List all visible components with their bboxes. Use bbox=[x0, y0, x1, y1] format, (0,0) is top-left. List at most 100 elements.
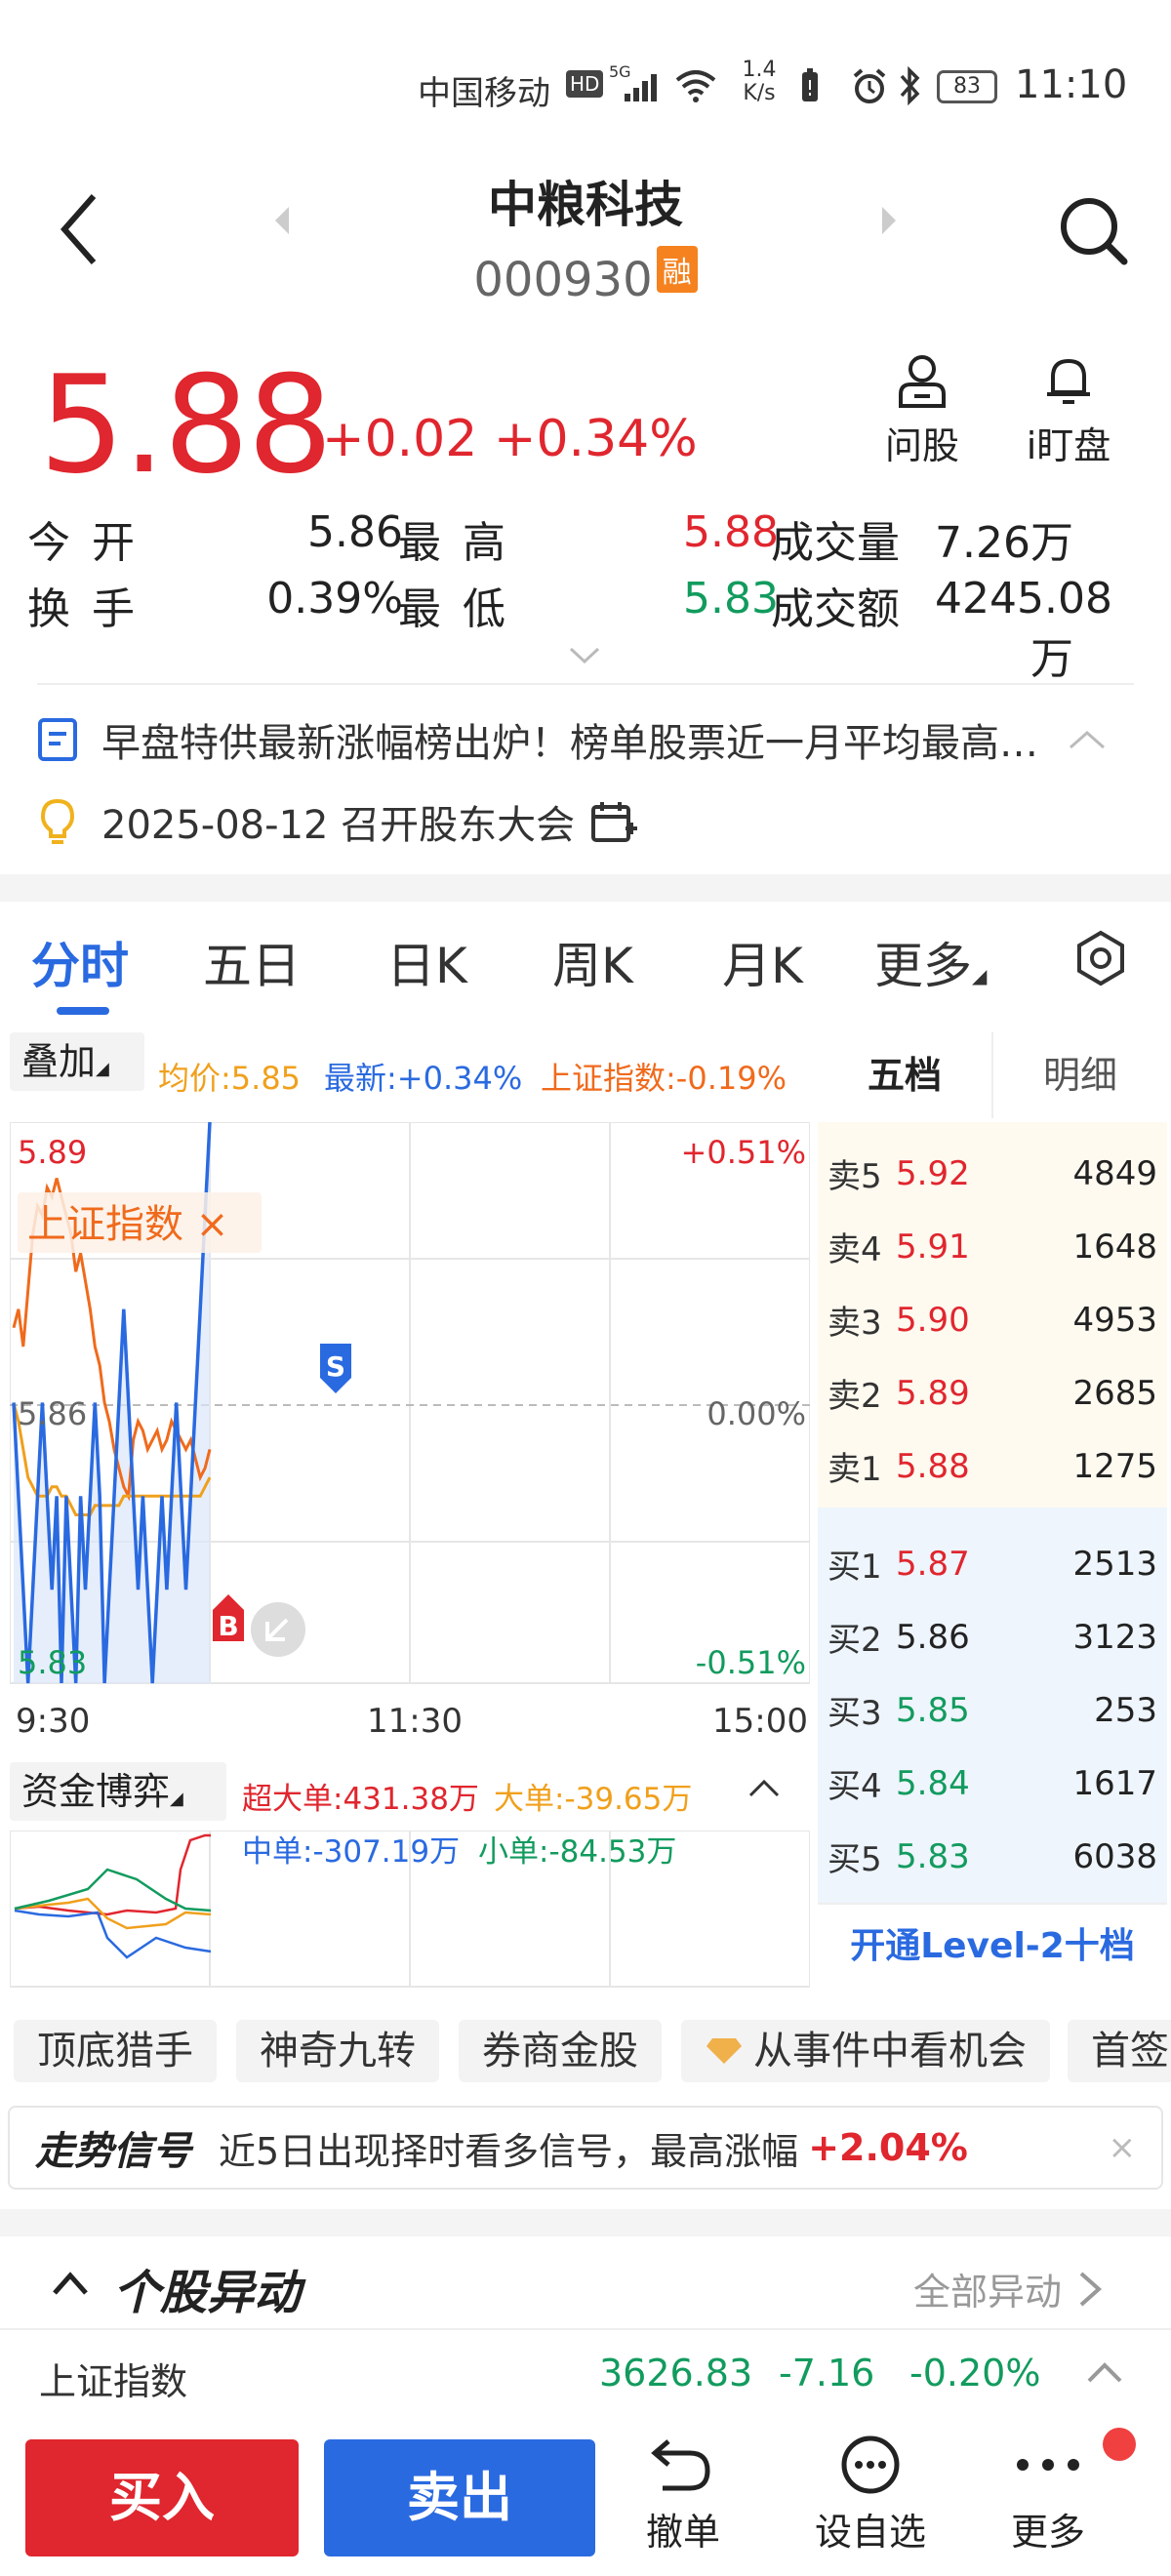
stock-name: 中粮科技 bbox=[488, 177, 683, 233]
close-icon[interactable]: × bbox=[1109, 2128, 1137, 2167]
volume-value: 7.26万 bbox=[935, 518, 1073, 568]
news-headline: 早盘特供最新涨幅榜出炉！榜单股票近一月平均最高… bbox=[101, 721, 1038, 766]
signal-title: 走势信号 bbox=[35, 2129, 191, 2174]
latest-label: 最新:+0.34% bbox=[324, 1060, 523, 1097]
tab-weekly[interactable]: 周K bbox=[552, 927, 633, 997]
stock-code-row: 000930 融 bbox=[0, 246, 1171, 307]
ask-row[interactable]: 卖1 5.88 1275 bbox=[818, 1429, 1167, 1503]
high-label: 最高 bbox=[398, 518, 527, 568]
cancel-order-button[interactable]: 撤单 bbox=[625, 2435, 742, 2556]
open-value: 5.86 bbox=[307, 507, 403, 557]
y-min-label: 5.83 bbox=[18, 1644, 87, 1681]
time-start: 9:30 bbox=[16, 1702, 91, 1741]
chip-magic-nine[interactable]: 神奇九转 bbox=[236, 2020, 439, 2082]
trend-signal-banner[interactable]: 走势信号 近5日出现择时看多信号，最高涨幅 +2.04% × bbox=[8, 2106, 1163, 2190]
divider bbox=[0, 2328, 1171, 2330]
index-pct: -0.20% bbox=[909, 2352, 1041, 2395]
collapse-icon[interactable] bbox=[1068, 728, 1107, 751]
ask-row[interactable]: 卖5 5.92 4849 bbox=[818, 1137, 1167, 1210]
net-speed: 1.4 K/s bbox=[742, 58, 777, 105]
index-tag[interactable]: 上证指数 × bbox=[27, 1202, 228, 1247]
bid-row[interactable]: 买3 5.85 253 bbox=[818, 1673, 1167, 1747]
bid-side: 买1 5.87 2513 买2 5.86 3123 买3 5.85 253 买4 5.84 16… bbox=[818, 1508, 1167, 1903]
chip-top-bottom-hunter[interactable]: 顶底猎手 bbox=[14, 2020, 217, 2082]
notification-dot bbox=[1103, 2428, 1136, 2461]
amount-label: 成交额 bbox=[771, 584, 900, 634]
document-icon bbox=[38, 718, 77, 761]
next-stock-icon[interactable] bbox=[878, 205, 898, 236]
ask-row[interactable]: 卖3 5.90 4953 bbox=[818, 1283, 1167, 1356]
section-gap bbox=[0, 874, 1171, 902]
last-price: 5.88 bbox=[39, 346, 333, 503]
ask-row[interactable]: 卖2 5.89 2685 bbox=[818, 1356, 1167, 1429]
user-question-icon bbox=[899, 355, 946, 408]
event-text: 2025-08-12 召开股东大会 bbox=[101, 803, 576, 848]
bid-row[interactable]: 买1 5.87 2513 bbox=[818, 1527, 1167, 1600]
ask-side: 卖5 5.92 4849 卖4 5.91 1648 卖3 5.90 4953 卖2 5.89 2… bbox=[818, 1122, 1167, 1508]
chevron-up-icon[interactable] bbox=[51, 2270, 90, 2297]
section-gap bbox=[0, 2209, 1171, 2236]
bid-row[interactable]: 买4 5.84 1617 bbox=[818, 1747, 1167, 1820]
chat-dots-icon bbox=[841, 2435, 900, 2494]
watch-button[interactable]: i盯盘 bbox=[1015, 351, 1122, 469]
tab-intraday[interactable]: 分时 bbox=[31, 927, 129, 997]
chip-broker-picks[interactable]: 券商金股 bbox=[459, 2020, 662, 2082]
more-button[interactable]: 更多 bbox=[989, 2435, 1107, 2556]
all-movement-link[interactable]: 全部异动 bbox=[913, 2262, 1105, 2315]
chevron-right-icon bbox=[1079, 2272, 1103, 2306]
buy-button[interactable]: 买入 bbox=[25, 2439, 299, 2556]
movement-title: 个股异动 bbox=[113, 2266, 302, 2320]
signal-text: 近5日出现择时看多信号，最高涨幅 bbox=[219, 2129, 799, 2173]
collapse-fund-icon[interactable] bbox=[747, 1778, 781, 1799]
tab-detail[interactable]: 明细 bbox=[993, 1032, 1167, 1118]
tab-daily[interactable]: 日K bbox=[386, 927, 467, 997]
alarm-icon bbox=[853, 68, 886, 103]
quote-row-1: 今开 5.86 最高 5.88 成交量 7.26万 bbox=[27, 507, 1150, 568]
medium-order-flow-line bbox=[14, 1909, 212, 1959]
expand-quote-icon[interactable] bbox=[568, 646, 601, 665]
undo-icon bbox=[651, 2439, 710, 2491]
battery-saver-icon bbox=[802, 68, 818, 101]
index-label: 上证指数:-0.19% bbox=[541, 1060, 787, 1097]
bid-row[interactable]: 买5 5.83 6038 bbox=[818, 1820, 1167, 1893]
tab-monthly[interactable]: 月K bbox=[722, 927, 803, 997]
news-row[interactable]: 早盘特供最新涨幅榜出炉！榜单股票近一月平均最高… bbox=[37, 710, 1134, 769]
index-value: 3626.83 bbox=[599, 2352, 753, 2395]
avg-price-label: 均价:5.85 bbox=[158, 1060, 302, 1097]
low-value: 5.83 bbox=[683, 574, 779, 624]
margin-badge: 融 bbox=[656, 246, 698, 293]
time-mid: 11:30 bbox=[367, 1702, 463, 1741]
search-icon[interactable] bbox=[1056, 193, 1130, 267]
overlay-dropdown[interactable]: 叠加◢ bbox=[10, 1032, 144, 1091]
intraday-chart[interactable]: 5.89 5.86 5.83 +0.51% 0.00% -0.51% 上证指数 … bbox=[10, 1122, 810, 1688]
turnover-label: 换手 bbox=[27, 584, 156, 634]
tab-five-level[interactable]: 五档 bbox=[818, 1032, 993, 1118]
fund-flow-dropdown[interactable]: 资金博弈◢ bbox=[10, 1762, 226, 1821]
ask-row[interactable]: 卖4 5.91 1648 bbox=[818, 1210, 1167, 1283]
add-watchlist-button[interactable]: 设自选 bbox=[802, 2435, 939, 2556]
ask-stock-button[interactable]: 问股 bbox=[868, 351, 976, 469]
signal-value: +2.04% bbox=[808, 2126, 968, 2169]
settings-icon[interactable] bbox=[1071, 929, 1130, 987]
high-value: 5.88 bbox=[683, 507, 779, 557]
chip-event-opportunity[interactable]: 从事件中看机会 bbox=[681, 2020, 1050, 2082]
wifi-icon bbox=[675, 70, 716, 102]
fund-flow-chart bbox=[10, 1831, 810, 1988]
calendar-add-icon[interactable] bbox=[590, 799, 639, 844]
event-row[interactable]: 2025-08-12 召开股东大会 bbox=[37, 792, 720, 851]
time-end: 15:00 bbox=[712, 1702, 808, 1741]
chip-first-sign[interactable]: 首签 bbox=[1068, 2020, 1171, 2082]
tab-5day[interactable]: 五日 bbox=[203, 927, 301, 997]
tab-more[interactable]: 更多◢ bbox=[874, 927, 987, 997]
amount-value: 4245.08万 bbox=[935, 574, 1112, 684]
sell-button[interactable]: 卖出 bbox=[324, 2439, 595, 2556]
bid-row[interactable]: 买2 5.86 3123 bbox=[818, 1600, 1167, 1673]
index-change: -7.16 bbox=[779, 2352, 875, 2395]
pct-min-label: -0.51% bbox=[696, 1644, 806, 1681]
low-label: 最低 bbox=[398, 584, 527, 634]
active-tab-indicator bbox=[57, 1007, 109, 1015]
pct-max-label: +0.51% bbox=[681, 1134, 806, 1171]
level2-upgrade-link[interactable]: 开通Level-2十档 bbox=[818, 1903, 1167, 1987]
index-name: 上证指数 bbox=[39, 2360, 188, 2403]
chevron-up-icon[interactable] bbox=[1085, 2359, 1124, 2385]
